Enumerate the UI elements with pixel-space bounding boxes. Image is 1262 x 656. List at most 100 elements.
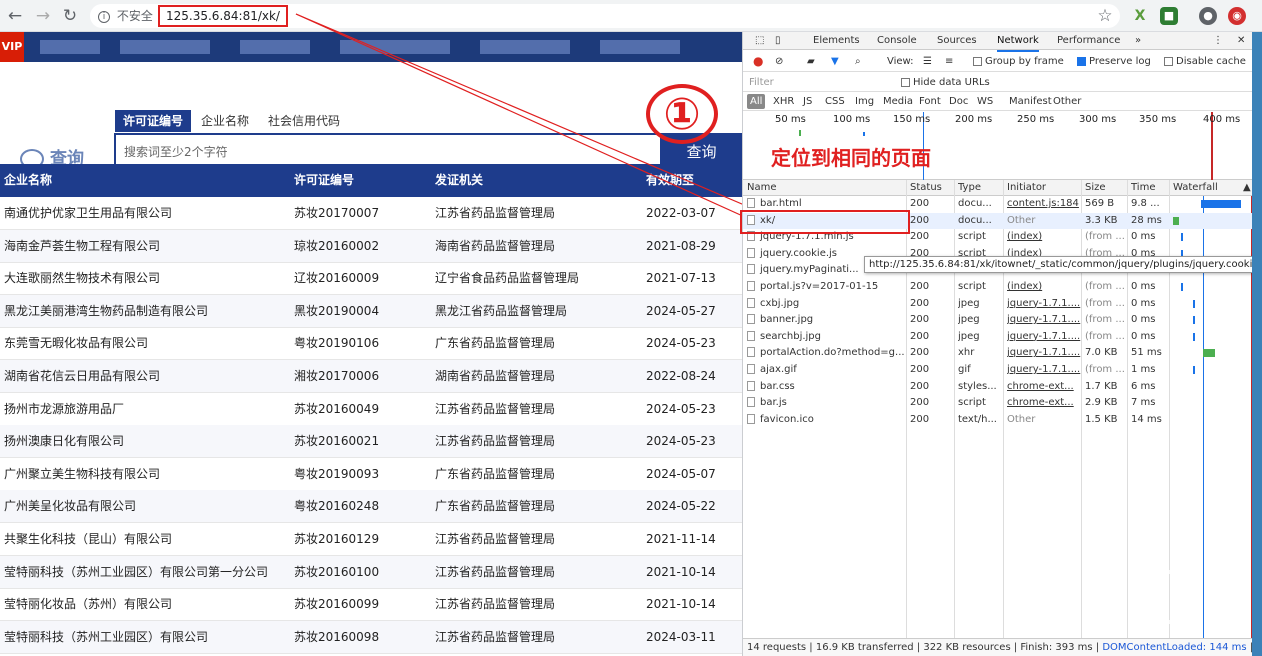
waterfall-view-icon[interactable]: ≡ <box>945 51 953 72</box>
extension-red-icon[interactable]: ◉ <box>1228 7 1246 25</box>
type-filter-font[interactable]: Font <box>919 94 941 109</box>
col-name[interactable]: Name <box>747 180 777 196</box>
type-filter-other[interactable]: Other <box>1053 94 1081 109</box>
request-row[interactable]: searchbj.jpg 200 jpeg jquery-1.7.1.... (from… <box>743 329 1262 346</box>
tab-credit-code[interactable]: 社会信用代码 <box>268 110 340 132</box>
hide-data-urls-checkbox[interactable]: Hide data URLs <box>901 73 990 92</box>
camera-icon[interactable]: ▰ <box>807 51 815 72</box>
group-by-frame-checkbox[interactable]: Group by frame <box>973 51 1064 72</box>
type-filter-img[interactable]: Img <box>855 94 874 109</box>
bookmark-star-icon[interactable]: ☆ <box>1094 5 1116 27</box>
table-row[interactable]: 南通优护优家卫生用品有限公司 苏妆20170007 江苏省药品监督管理局 2022-0… <box>0 197 742 230</box>
device-toggle-icon[interactable]: ▯ <box>775 32 781 50</box>
request-row[interactable]: bar.js 200 script chrome-ext... 2.9 KB 7 ms <box>743 395 1262 412</box>
request-row[interactable]: cxbj.jpg 200 jpeg jquery-1.7.1.... (from ...… <box>743 296 1262 313</box>
company-name-cell: 莹特丽科技（苏州工业园区）有限公司 <box>4 629 209 644</box>
table-row[interactable]: 扬州澳康日化有限公司 苏妆20160021 江苏省药品监督管理局 2024-05-23 <box>0 425 742 459</box>
col-type[interactable]: Type <box>958 180 981 196</box>
request-size: 3.3 KB <box>1085 214 1118 226</box>
table-row[interactable]: 湖南省花信云日用品有限公司 湘妆20170006 湖南省药品监督管理局 2022-08… <box>0 360 742 393</box>
address-bar[interactable]: i 不安全 125.35.6.84:81/xk/ <box>90 4 1120 28</box>
profile-avatar-icon[interactable]: ● <box>1199 7 1217 25</box>
table-row[interactable]: 莹特丽科技（苏州工业园区）有限公司 苏妆20160098 江苏省药品监督管理局 202… <box>0 620 742 654</box>
tab-license-number[interactable]: 许可证编号 <box>115 110 192 132</box>
request-row[interactable]: banner.jpg 200 jpeg jquery-1.7.1.... (from .… <box>743 312 1262 329</box>
type-filter-media[interactable]: Media <box>883 94 913 109</box>
filter-input[interactable]: Filter <box>747 75 887 90</box>
request-time: 0 ms <box>1131 330 1156 342</box>
tab-more[interactable]: » <box>1135 32 1141 50</box>
license-number-cell: 苏妆20160099 <box>294 597 380 612</box>
kebab-menu-icon[interactable]: ⋮ <box>1213 32 1223 50</box>
filter-icon[interactable]: ▼ <box>831 51 839 72</box>
type-filter-all[interactable]: All <box>747 94 766 109</box>
list-view-icon[interactable]: ☰ <box>923 51 932 72</box>
forward-arrow-icon[interactable]: → <box>32 5 54 27</box>
table-row[interactable]: 莹特丽化妆品（苏州）有限公司 苏妆20160099 江苏省药品监督管理局 2021-1… <box>0 588 742 622</box>
type-filter-doc[interactable]: Doc <box>949 94 968 109</box>
table-row[interactable]: 黑龙江美丽港湾生物药品制造有限公司 黑妆20190004 黑龙江省药品监督管理局 20… <box>0 294 742 328</box>
type-filter-ws[interactable]: WS <box>977 94 993 109</box>
request-status: 200 <box>910 397 930 409</box>
request-name: bar.js <box>747 395 905 412</box>
request-status: 200 <box>910 380 930 392</box>
request-type: styles... <box>958 380 997 392</box>
table-row[interactable]: 大连歌丽然生物技术有限公司 辽妆20160009 辽宁省食品药品监督管理局 2021-… <box>0 262 742 296</box>
request-type: docu... <box>958 214 992 226</box>
table-row[interactable]: 广州聚立美生物科技有限公司 粤妆20190093 广东省药品监督管理局 2024-05… <box>0 458 742 491</box>
extension-green-icon[interactable]: ■ <box>1160 7 1178 25</box>
col-company: 企业名称 <box>4 173 53 187</box>
extension-x-icon[interactable]: X <box>1131 7 1149 25</box>
inspect-icon[interactable]: ⬚ <box>755 32 764 50</box>
overview-timeline: 定位到相同的页面 50 ms 100 ms 150 ms 200 ms 250 ms 30… <box>743 112 1262 180</box>
reload-icon[interactable]: ↻ <box>59 5 81 27</box>
clear-icon[interactable]: ⊘ <box>775 51 783 72</box>
table-row[interactable]: 扬州市龙源旅游用品厂 苏妆20160049 江苏省药品监督管理局 2024-05-23 <box>0 393 742 426</box>
table-row[interactable]: 海南金芦荟生物工程有限公司 琼妆20160002 海南省药品监督管理局 2021-08… <box>0 229 742 263</box>
company-name-cell: 广州美呈化妆品有限公司 <box>4 499 137 514</box>
request-row[interactable]: portalAction.do?method=g... 200 xhr jquery-… <box>743 345 1262 362</box>
tab-console[interactable]: Console <box>877 32 917 50</box>
timeline-tick: 200 ms <box>955 114 993 125</box>
expiry-cell: 2021-10-14 <box>646 564 716 579</box>
tab-elements[interactable]: Elements <box>813 32 860 50</box>
authority-cell: 黑龙江省药品监督管理局 <box>435 303 568 318</box>
table-row[interactable]: 莹特丽科技（苏州工业园区）有限公司第一分公司 苏妆20160100 江苏省药品监督管… <box>0 555 742 589</box>
request-status: 200 <box>910 214 930 226</box>
request-row[interactable]: bar.css 200 styles... chrome-ext... 1.7 KB 6 … <box>743 379 1262 396</box>
tab-sources[interactable]: Sources <box>937 32 977 50</box>
col-status[interactable]: Status <box>910 180 942 196</box>
type-filter-manifest[interactable]: Manifest <box>1009 94 1052 109</box>
request-type: jpeg <box>958 297 980 309</box>
request-row[interactable]: favicon.ico 200 text/h... Other 1.5 KB 14 ms <box>743 412 1262 429</box>
type-filter-js[interactable]: JS <box>803 94 812 109</box>
tab-network[interactable]: Network <box>997 32 1039 52</box>
disable-cache-checkbox[interactable]: Disable cache <box>1164 51 1246 72</box>
table-row[interactable]: 东莞雪无暇化妆品有限公司 粤妆20190106 广东省药品监督管理局 2024-05-… <box>0 327 742 361</box>
col-waterfall[interactable]: Waterfall <box>1173 180 1218 196</box>
url-text[interactable]: 125.35.6.84:81/xk/ <box>158 5 288 27</box>
request-type: gif <box>958 364 971 375</box>
authority-cell: 广东省药品监督管理局 <box>435 499 556 514</box>
timeline-tick: 150 ms <box>893 114 931 125</box>
search-icon[interactable]: ⌕ <box>855 51 861 72</box>
sort-up-icon[interactable]: ▲ <box>1243 180 1251 196</box>
request-status: 200 <box>910 347 930 359</box>
table-row[interactable]: 广州美呈化妆品有限公司 粤妆20160248 广东省药品监督管理局 2024-05-2… <box>0 490 742 524</box>
col-initiator[interactable]: Initiator <box>1007 180 1046 196</box>
back-arrow-icon[interactable]: ← <box>4 5 26 27</box>
record-icon[interactable]: ● <box>753 51 763 72</box>
table-row[interactable]: 共聚生化科技（昆山）有限公司 苏妆20160129 江苏省药品监督管理局 2021-1… <box>0 523 742 556</box>
file-icon <box>747 198 755 208</box>
col-time[interactable]: Time <box>1131 180 1155 196</box>
preserve-log-checkbox[interactable]: Preserve log <box>1077 51 1151 72</box>
close-icon[interactable]: ✕ <box>1237 32 1245 50</box>
type-filter-xhr[interactable]: XHR <box>773 94 794 109</box>
tab-company-name[interactable]: 企业名称 <box>201 110 249 132</box>
request-row[interactable]: portal.js?v=2017-01-15 200 script (index) (f… <box>743 279 1262 296</box>
info-icon[interactable]: i <box>98 10 110 23</box>
request-row[interactable]: ajax.gif 200 gif jquery-1.7.1.... (from ... 1… <box>743 362 1262 379</box>
col-size[interactable]: Size <box>1085 180 1106 196</box>
type-filter-css[interactable]: CSS <box>825 94 845 109</box>
tab-performance[interactable]: Performance <box>1057 32 1120 50</box>
